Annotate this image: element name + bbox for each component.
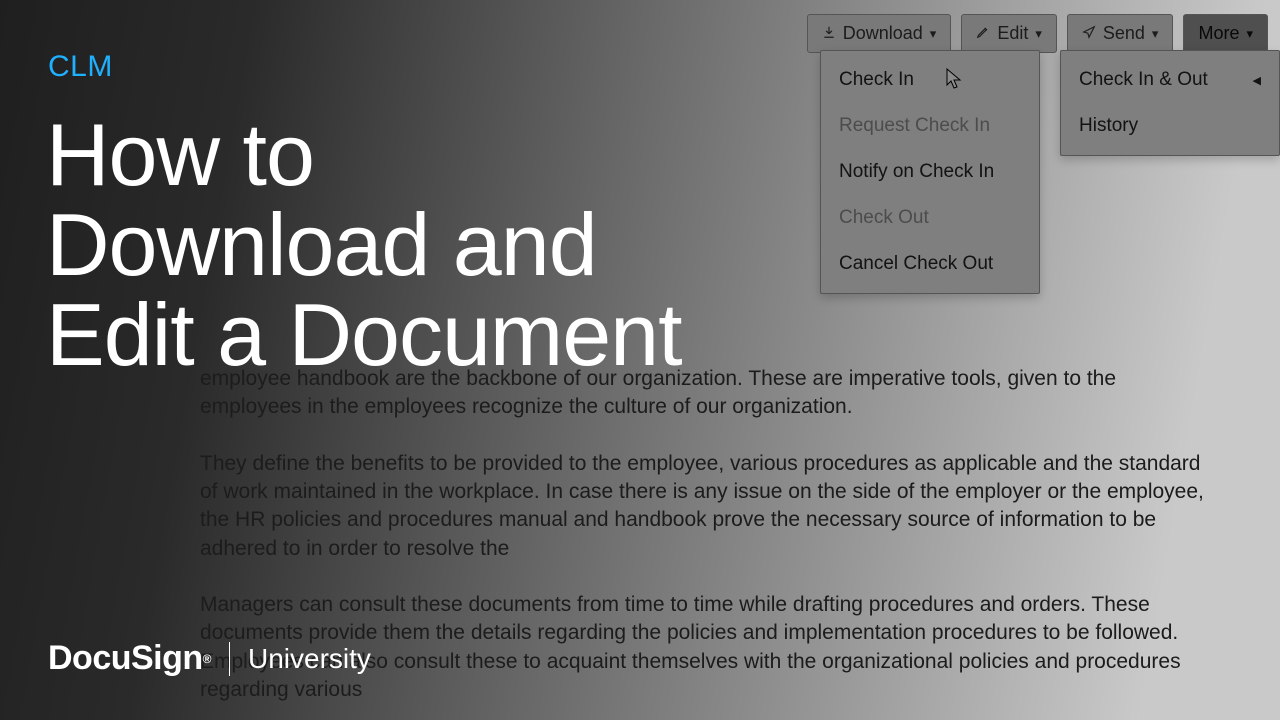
download-label: Download [843,23,923,44]
menu-item-check-in[interactable]: Check In [821,57,1039,103]
menu-item-label: Request Check In [839,115,990,137]
menu-item-label: Check In [839,69,914,91]
menu-item-label: Cancel Check Out [839,253,993,275]
menu-item-request-check-in: Request Check In [821,103,1039,149]
document-paragraph: They define the benefits to be provided … [200,450,1220,563]
cursor-icon [946,68,964,90]
document-body: employee handbook are the backbone of ou… [200,365,1220,720]
menu-item-check-out: Check Out [821,195,1039,241]
more-label: More [1198,23,1239,44]
edit-dropdown-menu: Check In Request Check In Notify on Chec… [820,50,1040,294]
menu-item-history[interactable]: History [1061,103,1279,149]
menu-item-label: Check In & Out [1079,69,1208,91]
chevron-down-icon: ▾ [1035,26,1042,42]
edit-button[interactable]: Edit ▾ [961,14,1057,53]
menu-item-cancel-check-out[interactable]: Cancel Check Out [821,241,1039,287]
edit-label: Edit [997,23,1028,44]
download-button[interactable]: Download ▾ [807,14,952,53]
chevron-down-icon: ▾ [1246,26,1253,42]
menu-item-label: History [1079,115,1138,137]
document-paragraph: Managers can consult these documents fro… [200,591,1220,704]
more-button[interactable]: More ▾ [1183,14,1268,53]
menu-item-notify-on-check-in[interactable]: Notify on Check In [821,149,1039,195]
document-toolbar: Download ▾ Edit ▾ Send ▾ More ▾ [807,14,1268,53]
document-paragraph: employee handbook are the backbone of ou… [200,365,1220,422]
download-icon [822,23,836,44]
more-dropdown-menu: Check In & Out ◀ History [1060,50,1280,156]
menu-item-check-in-out[interactable]: Check In & Out ◀ [1061,57,1279,103]
chevron-down-icon: ▾ [1152,26,1159,42]
chevron-down-icon: ▾ [930,26,937,42]
menu-item-label: Notify on Check In [839,161,994,183]
submenu-arrow-icon: ◀ [1253,74,1261,87]
send-label: Send [1103,23,1145,44]
send-button[interactable]: Send ▾ [1067,14,1174,53]
app-background: Download ▾ Edit ▾ Send ▾ More ▾ [0,0,1280,720]
send-icon [1082,23,1096,44]
menu-item-label: Check Out [839,207,929,229]
pencil-icon [976,23,990,44]
